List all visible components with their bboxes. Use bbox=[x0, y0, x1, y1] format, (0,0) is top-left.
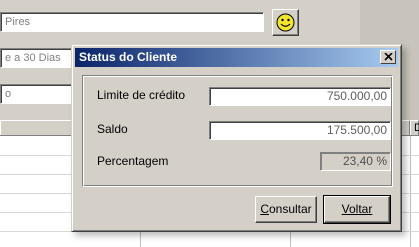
smiley-button[interactable] bbox=[272, 9, 299, 36]
payment-terms-field[interactable]: e a 30 Dias bbox=[0, 48, 80, 68]
percentage-label: Percentagem bbox=[97, 154, 169, 168]
dialog-titlebar[interactable]: Status do Cliente bbox=[75, 48, 398, 67]
grid-column-header[interactable]: D bbox=[410, 120, 419, 135]
back-button[interactable]: Voltar bbox=[323, 195, 391, 224]
close-x-icon bbox=[383, 53, 393, 61]
consult-label: onsultar bbox=[268, 202, 312, 216]
percentage-field: 23,40 % bbox=[320, 152, 391, 171]
credit-limit-field[interactable]: 750.000,00 bbox=[209, 87, 391, 106]
consult-accel: C bbox=[260, 202, 269, 216]
smiley-face-icon bbox=[276, 13, 295, 32]
status-group-box: Limite de crédito 750.000,00 Saldo 175.5… bbox=[82, 75, 393, 187]
close-button[interactable] bbox=[380, 50, 396, 64]
back-label: oltar bbox=[349, 202, 373, 216]
balance-label: Saldo bbox=[97, 122, 128, 136]
client-name-field[interactable]: Pires bbox=[0, 12, 264, 32]
secondary-field[interactable]: o bbox=[0, 84, 80, 104]
client-status-dialog: Status do Cliente Limite de crédito 750.… bbox=[71, 44, 402, 232]
back-accel: V bbox=[341, 202, 349, 216]
dialog-title: Status do Cliente bbox=[79, 50, 178, 64]
credit-limit-label: Limite de crédito bbox=[97, 88, 186, 102]
balance-field[interactable]: 175.500,00 bbox=[209, 121, 391, 140]
consult-button[interactable]: Consultar bbox=[255, 196, 317, 223]
